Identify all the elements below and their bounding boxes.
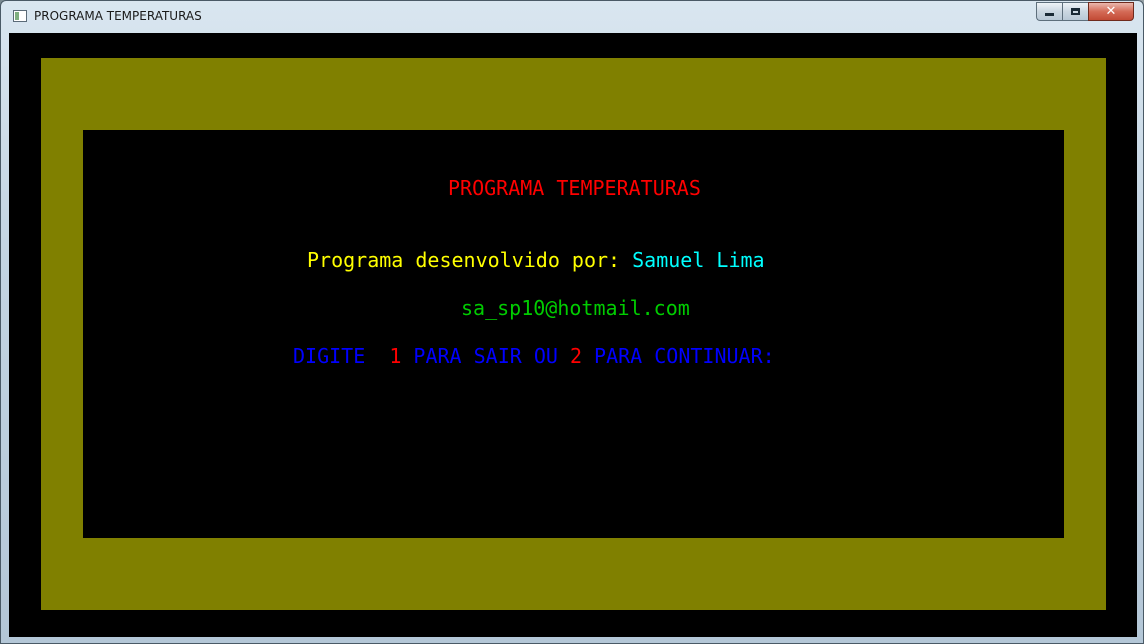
input-prompt: DIGITE 1 PARA SAIR OU 2 PARA CONTINUAR:: [293, 344, 775, 368]
option-continue: 2: [569, 344, 582, 368]
console-app-icon[interactable]: [13, 10, 27, 22]
close-icon: ✕: [1105, 4, 1117, 19]
author-name: Samuel Lima: [632, 248, 765, 272]
window-controls: ✕: [1036, 2, 1134, 22]
author-email: sa_sp10@hotmail.com: [461, 296, 690, 320]
credit-prefix: Programa desenvolvido por:: [307, 248, 633, 272]
credit-line: Programa desenvolvido por: Samuel Lima: [307, 248, 765, 272]
olive-frame: PROGRAMA TEMPERATURAS Programa desenvolv…: [41, 58, 1106, 610]
prompt-text-1: DIGITE: [293, 344, 390, 368]
close-button[interactable]: ✕: [1088, 2, 1134, 21]
program-heading: PROGRAMA TEMPERATURAS: [448, 176, 701, 200]
console-panel: PROGRAMA TEMPERATURAS Programa desenvolv…: [83, 130, 1064, 538]
window-title: PROGRAMA TEMPERATURAS: [34, 9, 202, 23]
prompt-text-3: PARA CONTINUAR:: [582, 344, 775, 368]
minimize-button[interactable]: [1036, 2, 1062, 21]
console-area[interactable]: PROGRAMA TEMPERATURAS Programa desenvolv…: [9, 33, 1137, 637]
maximize-button[interactable]: [1062, 2, 1088, 21]
option-exit: 1: [389, 344, 402, 368]
title-bar[interactable]: PROGRAMA TEMPERATURAS ✕: [1, 1, 1143, 32]
maximize-icon: [1071, 8, 1080, 15]
prompt-text-2: PARA SAIR OU: [401, 344, 570, 368]
minimize-icon: [1045, 13, 1054, 16]
console-window: PROGRAMA TEMPERATURAS ✕ PROGRAMA TEMPERA…: [0, 0, 1144, 644]
